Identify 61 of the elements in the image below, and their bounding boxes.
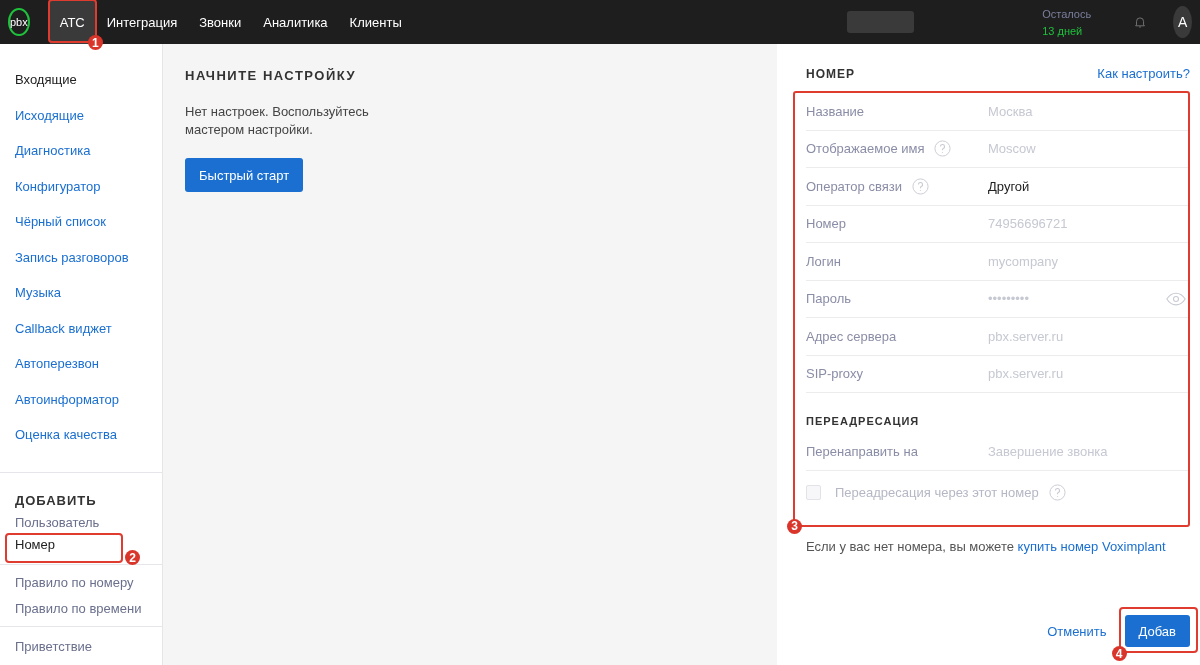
section-title: ПЕРЕАДРЕСАЦИЯ bbox=[806, 415, 921, 427]
nav-tab[interactable]: Клиенты bbox=[339, 0, 412, 44]
sidebar-item[interactable]: Callback виджет bbox=[15, 320, 112, 336]
sidebar-item[interactable]: Конфигуратор bbox=[15, 178, 101, 194]
help-icon[interactable] bbox=[911, 177, 929, 195]
callout-number: 2 bbox=[125, 550, 140, 565]
field-label: Адрес сервера bbox=[806, 328, 897, 344]
logo-icon[interactable]: pbx bbox=[8, 8, 30, 36]
trial-label: Осталось bbox=[1042, 7, 1092, 20]
field-label: Название bbox=[806, 103, 865, 119]
field-label: Отображаемое имя bbox=[806, 141, 925, 157]
sidebar-item[interactable]: Запись разговоров bbox=[15, 249, 129, 265]
input-field[interactable]: pbx.server.ru bbox=[988, 328, 1138, 344]
sidebar-item[interactable]: Правило по номеру bbox=[15, 575, 134, 590]
avatar[interactable]: А bbox=[1173, 6, 1192, 38]
empty-text: Нет настроек. Воспользуйтесь мастером настройки. bbox=[185, 103, 370, 139]
input-field[interactable]: Москва bbox=[988, 103, 1138, 119]
help-icon[interactable] bbox=[1048, 484, 1066, 501]
sidebar-item[interactable]: Диагностика bbox=[15, 143, 91, 158]
help-link[interactable]: Как настроить? bbox=[1097, 66, 1190, 81]
input-field[interactable]: mycompany bbox=[988, 253, 1138, 269]
sidebar-item[interactable]: Оценка качества bbox=[15, 427, 117, 442]
sidebar-item[interactable]: Автоперезвон bbox=[15, 356, 99, 371]
note-text: Если у вас нет номера, вы можете bbox=[806, 538, 1014, 554]
field-label: Пароль bbox=[806, 291, 852, 307]
field-label: Номер bbox=[806, 216, 846, 232]
input-field[interactable]: pbx.server.ru bbox=[988, 366, 1138, 382]
sidebar-item[interactable]: Музыка bbox=[15, 285, 61, 300]
section-title: НАЧНИТЕ НАСТРОЙКУ bbox=[185, 68, 358, 83]
sidebar-item[interactable]: Пользователь bbox=[15, 515, 100, 530]
blurred-block bbox=[846, 11, 915, 33]
callout-number: 3 bbox=[787, 518, 802, 534]
help-icon[interactable] bbox=[934, 140, 952, 158]
sidebar-item[interactable]: Номер bbox=[15, 537, 55, 552]
buy-number-link[interactable]: купить номер Voximplant bbox=[1017, 538, 1166, 554]
quick-start-button[interactable]: Быстрый старт bbox=[185, 158, 304, 192]
sidebar-item[interactable]: Приветствие bbox=[15, 639, 93, 654]
callout-number: 4 bbox=[1111, 646, 1127, 661]
field-label: Логин bbox=[806, 253, 841, 269]
sidebar-item[interactable]: Чёрный список bbox=[15, 214, 106, 229]
panel-title: НОМЕР bbox=[806, 66, 855, 81]
input-field[interactable]: Moscow bbox=[988, 141, 1138, 157]
input-field[interactable]: 74956696721 bbox=[988, 216, 1138, 232]
eye-icon[interactable] bbox=[1166, 291, 1186, 306]
sidebar-item[interactable]: Правило по времени bbox=[15, 601, 142, 616]
trial-days: 13 дней bbox=[1042, 24, 1092, 37]
sidebar-item[interactable]: Исходящие bbox=[15, 107, 84, 123]
input-field[interactable]: Другой bbox=[988, 178, 1138, 194]
field-label: Оператор связи bbox=[806, 178, 902, 194]
field-label: SIP-proxy bbox=[806, 366, 864, 382]
nav-tab[interactable]: Аналитика bbox=[253, 0, 338, 44]
input-field[interactable]: ••••••••• bbox=[988, 291, 1138, 307]
sidebar-item[interactable]: Автоинформатор bbox=[15, 391, 120, 407]
nav-tab[interactable]: Звонки bbox=[189, 0, 252, 44]
input-field[interactable]: Завершение звонка bbox=[988, 443, 1138, 459]
sidebar-item[interactable]: Входящие bbox=[15, 72, 77, 87]
section-title: ДОБАВИТЬ bbox=[15, 493, 98, 508]
checkbox-label: Переадресация через этот номер bbox=[835, 485, 1039, 500]
add-button[interactable]: Добав bbox=[1124, 615, 1190, 647]
cancel-link[interactable]: Отменить bbox=[1047, 623, 1107, 639]
field-label: Перенаправить на bbox=[806, 443, 918, 459]
